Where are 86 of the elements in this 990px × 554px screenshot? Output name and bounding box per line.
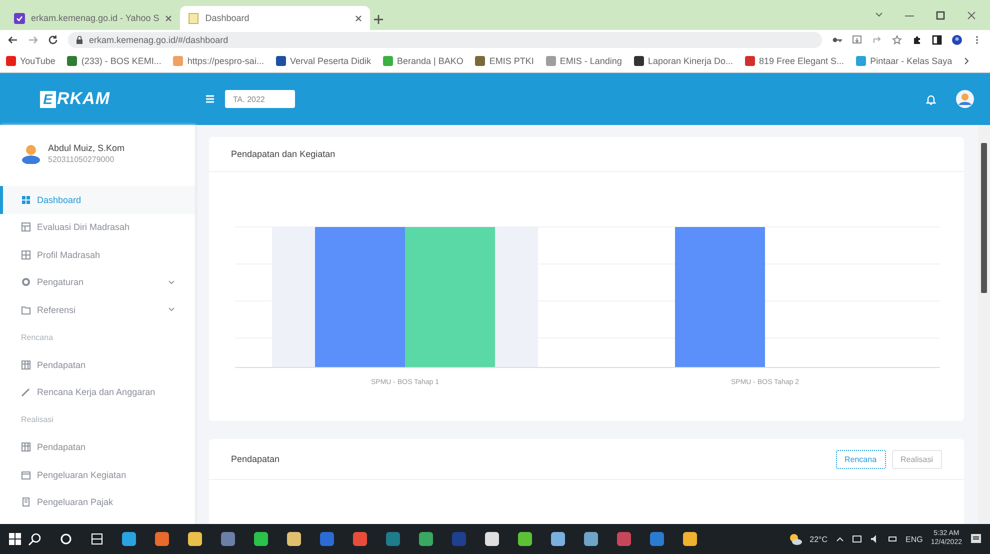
notification-icon[interactable] [970,533,982,545]
puzzle-icon[interactable] [912,35,922,45]
bookmark-link[interactable]: (233) - BOS KEMI... [67,56,162,66]
app-icon[interactable] [253,531,269,547]
menu-item[interactable]: Evaluasi Diri Madrasah [0,214,195,241]
year-dropdown[interactable]: TA. 2022 [225,90,295,108]
section-heading: Realisasi [20,414,54,426]
menu-item[interactable]: Pendapatan [0,351,195,378]
bookmark-link[interactable]: https://pespro-sai... [173,56,264,66]
bookmark-link[interactable]: Beranda | BAKO [383,56,464,66]
chevron-down-icon [168,307,175,312]
app-icon[interactable] [418,531,434,547]
address-bar[interactable]: erkam.kemenag.go.id/#/dashboard [68,32,822,48]
close-icon[interactable] [967,10,976,20]
toggle-button[interactable]: Rencana [836,450,886,468]
table-icon [21,222,31,232]
toggle-button[interactable]: Realisasi [892,450,942,468]
maximize-icon[interactable] [936,10,945,20]
app-logo: E RKAM [40,89,205,109]
scrollbar[interactable] [978,125,990,524]
user-name: Abdul Muiz, S.Kom [48,143,125,153]
bookmark-link[interactable]: Laporan Kinerja Do... [634,56,733,66]
avatar-icon[interactable] [952,35,962,45]
table-icon [21,360,31,370]
search-icon[interactable] [28,532,42,546]
lock-icon [76,36,83,44]
menu-item[interactable]: Pendapatan [0,434,195,461]
card-title: Pendapatan dan Kegiatan [209,137,964,172]
menu-item[interactable]: Pengaturan [0,268,195,296]
user-avatar-icon [22,144,40,164]
document-icon [21,497,31,508]
chevron-down-icon [168,280,175,285]
bookmark-link[interactable]: Pintaar - Kelas Saya [856,56,952,66]
app-icon[interactable] [682,531,698,547]
pen-icon [21,387,31,398]
plus-icon[interactable] [374,15,384,24]
card-title: Pendapatan [231,454,280,464]
close-icon[interactable] [165,14,172,22]
bookmark-link[interactable]: Verval Peserta Didik [276,56,371,66]
app-icon[interactable] [517,531,533,547]
reload-icon[interactable] [48,35,58,45]
bookmark-link[interactable]: EMIS - Landing [546,56,622,66]
menu-icon[interactable] [205,94,215,104]
menu-item[interactable]: Dashboard [0,186,195,214]
app-icon[interactable] [583,531,599,547]
app-icon[interactable] [484,531,500,547]
close-icon[interactable] [355,14,362,22]
key-icon[interactable] [832,35,842,45]
url-text: erkam.kemenag.go.id/#/dashboard [89,35,228,45]
app-icon[interactable] [286,531,302,547]
browser-tab[interactable]: Dashboard [180,6,370,30]
install-icon[interactable] [852,35,862,45]
app-icon[interactable] [154,531,170,547]
task-view-icon[interactable] [90,532,104,546]
weather-icon [788,532,802,546]
sidebar-icon[interactable] [932,35,942,45]
section-heading: Rencana [20,332,54,344]
app-icon[interactable] [550,531,566,547]
chevron-right-icon[interactable] [964,57,970,65]
bookmark-link[interactable]: 819 Free Elegant S... [745,56,844,66]
back-icon[interactable] [8,35,18,45]
circle-icon[interactable] [59,532,73,546]
windows-icon[interactable] [8,532,22,546]
language-indicator[interactable]: ENG [906,534,923,544]
grid-icon [21,194,31,205]
bookmark-link[interactable]: YouTube [6,56,56,66]
menu-item[interactable]: Pengeluaran Kegiatan [0,461,195,488]
browser-tab[interactable]: erkam.kemenag.go.id - Yahoo S [6,6,180,30]
calendar-icon [21,470,31,480]
temperature-text: 22°C [810,534,828,544]
menu-item[interactable]: Rencana Kerja dan Anggaran [0,378,195,406]
bell-icon[interactable] [926,94,936,104]
chevron-up-icon[interactable] [836,536,844,542]
app-icon[interactable] [121,531,137,547]
app-icon[interactable] [187,531,203,547]
table-icon [21,250,31,260]
star-icon[interactable] [892,35,902,45]
chevron-down-icon[interactable] [875,12,883,18]
avatar-icon[interactable] [956,90,974,108]
user-id: 520311050279000 [48,155,116,164]
menu-item[interactable]: Profil Madrasah [0,241,195,268]
bookmark-link[interactable]: EMIS PTKI [475,56,534,66]
menu-item[interactable]: Pengeluaran Pajak [0,488,195,516]
menu-item[interactable]: Referensi [0,296,195,324]
folder-icon [21,304,31,315]
table-icon [21,442,31,452]
